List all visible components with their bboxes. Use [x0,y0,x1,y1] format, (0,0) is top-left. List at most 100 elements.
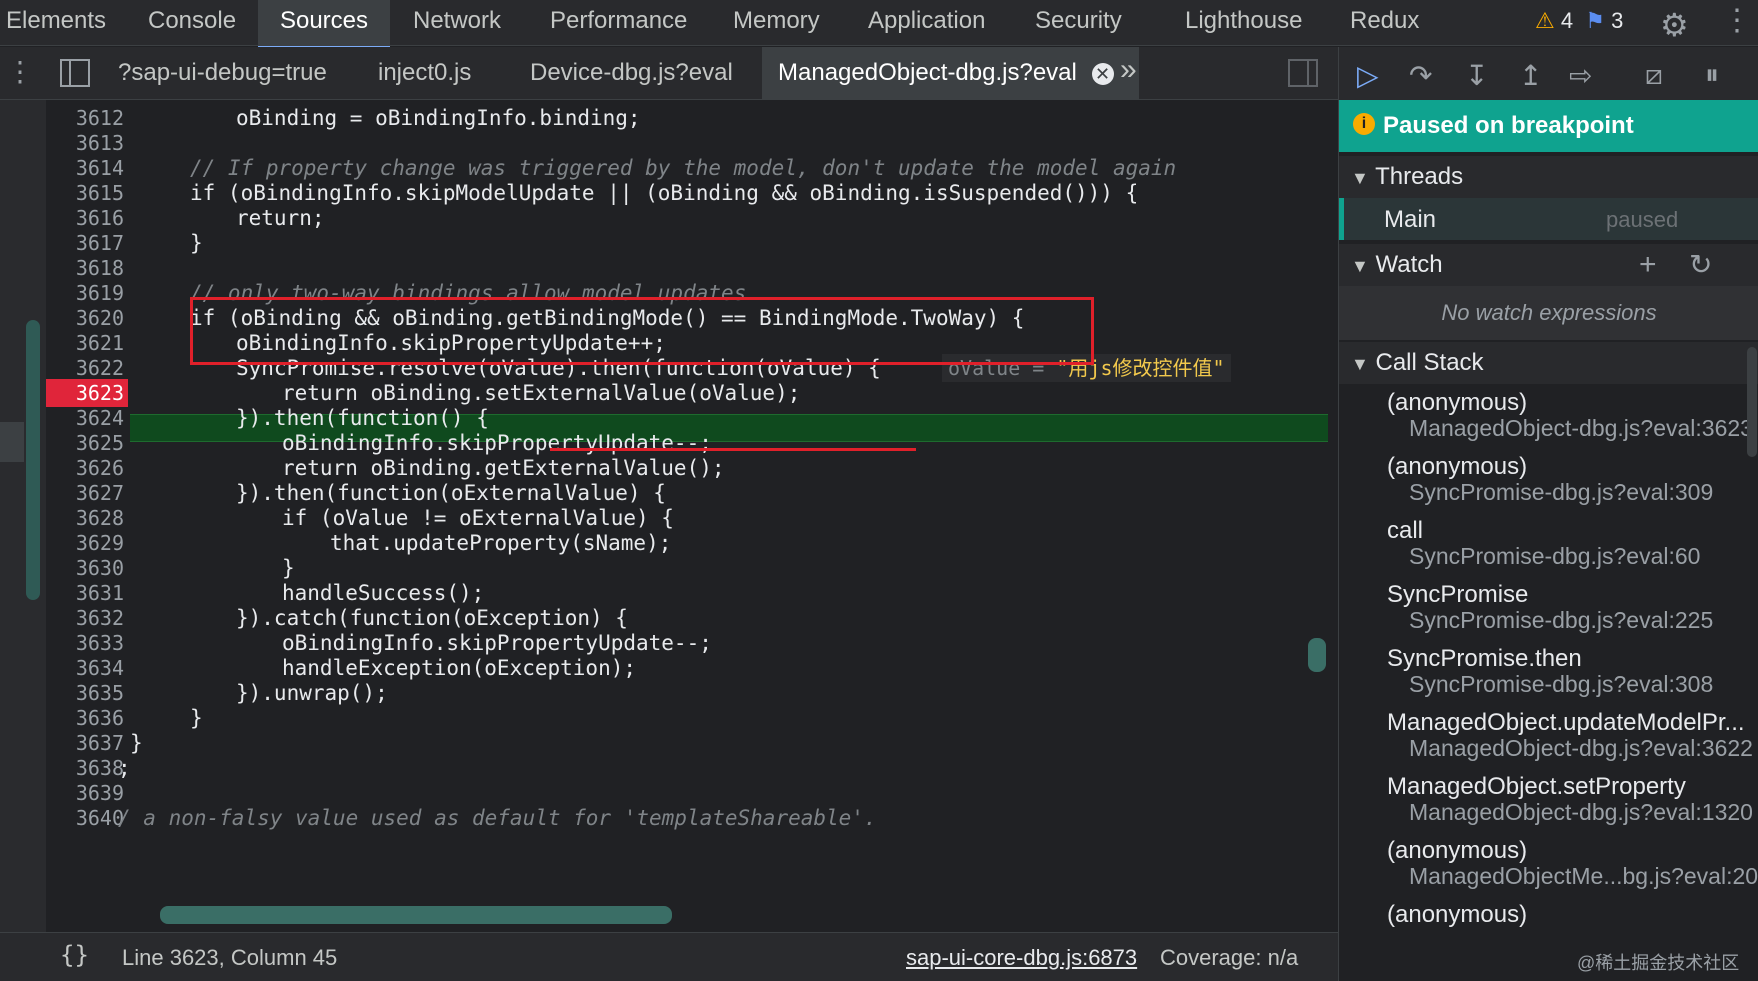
callstack-frame-function[interactable]: (anonymous) [1387,901,1527,929]
file-tab-label: ManagedObject-dbg.js?eval [778,59,1077,86]
tab-memory[interactable]: Memory [733,0,820,46]
message-icon: ⚑ [1585,8,1605,33]
callstack-frame-function[interactable]: (anonymous) [1387,389,1527,417]
line-number[interactable]: 3615 [46,179,124,207]
tab-redux[interactable]: Redux [1350,0,1419,46]
callstack-frame-function[interactable]: SyncPromise [1387,581,1528,609]
sidebar-scrollbar[interactable] [1747,347,1757,457]
callstack-frame-location[interactable]: SyncPromise-dbg.js?eval:60 [1409,543,1700,570]
line-number[interactable]: 3622 [46,354,124,382]
line-number[interactable]: 3624 [46,404,124,432]
tab-application[interactable]: Application [868,0,985,46]
callstack-frame-location[interactable]: ManagedObjectMe...bg.js?eval:20 [1409,863,1758,890]
line-number[interactable]: 3616 [46,204,124,232]
threads-section-header[interactable]: ▼ Threads [1339,156,1758,198]
cursor-position: Line 3623, Column 45 [122,945,338,970]
file-tab-device-dbg[interactable]: Device-dbg.js?eval [530,47,733,100]
file-tab-managedobject-dbg[interactable]: ManagedObject-dbg.js?eval ✕ [762,47,1139,103]
step-out-icon[interactable]: ↥ [1519,59,1542,92]
pretty-print-icon[interactable]: {} [60,941,89,969]
line-number[interactable]: 3627 [46,479,124,507]
line-number[interactable]: 3613 [46,129,124,157]
tab-performance[interactable]: Performance [550,0,687,46]
resume-icon[interactable]: ▷ [1357,59,1379,92]
file-tab-inject0[interactable]: inject0.js [378,47,471,100]
line-number[interactable]: 3618 [46,254,124,282]
line-number[interactable]: 3620 [46,304,124,332]
line-number[interactable]: 3629 [46,529,124,557]
info-icon: i [1353,113,1375,135]
callstack-frame-location[interactable]: ManagedObject-dbg.js?eval:1320 [1409,799,1753,826]
line-number[interactable]: 3631 [46,579,124,607]
warnings-badge[interactable]: ⚠ 4 ⚑ 3 [1535,8,1623,34]
pause-on-exceptions-icon[interactable]: ⏸ [1705,59,1719,92]
line-number[interactable]: 3633 [46,629,124,657]
tab-elements[interactable]: Elements [6,0,106,46]
editor-horizontal-scrollbar[interactable] [160,906,672,924]
editor-vertical-scrollbar[interactable] [1308,638,1326,672]
paused-message: Paused on breakpoint [1383,112,1634,139]
more-tabs-icon[interactable]: » [1120,53,1137,87]
line-number[interactable]: 3635 [46,679,124,707]
add-watch-icon[interactable]: + [1639,244,1657,286]
toggle-debugger-icon[interactable] [1288,59,1318,87]
line-number[interactable]: 3630 [46,554,124,582]
expand-triangle-icon: ▼ [1351,354,1369,374]
callstack-frame-function[interactable]: SyncPromise.then [1387,645,1582,673]
line-number[interactable]: 3638 [46,754,124,782]
callstack-frame-location[interactable]: ManagedObject-dbg.js?eval:3623 [1409,415,1753,442]
devtools-panel-tabs: Elements Console Sources Network Perform… [0,0,1758,49]
callstack-frame-location[interactable]: SyncPromise-dbg.js?eval:225 [1409,607,1713,634]
watch-section-header[interactable]: ▼ Watch + ↻ [1339,244,1758,286]
source-map-link[interactable]: sap-ui-core-dbg.js:6873 [906,945,1137,971]
tab-network[interactable]: Network [413,0,501,46]
line-number[interactable]: 3612 [46,104,124,132]
callstack-frame-location[interactable]: SyncPromise-dbg.js?eval:308 [1409,671,1713,698]
line-number[interactable]: 3623 [46,379,128,407]
expand-triangle-icon: ▼ [1351,256,1369,276]
line-number[interactable]: 3628 [46,504,124,532]
callstack-frame-function[interactable]: (anonymous) [1387,453,1527,481]
thread-row-main[interactable]: Main paused [1339,198,1758,240]
code-line: ; [118,756,131,780]
line-number[interactable]: 3614 [46,154,124,182]
line-number[interactable]: 3634 [46,654,124,682]
tab-console[interactable]: Console [148,0,236,46]
line-number[interactable]: 3619 [46,279,124,307]
toggle-navigator-icon[interactable] [60,59,90,87]
line-number[interactable]: 3621 [46,329,124,357]
close-tab-icon[interactable]: ✕ [1091,62,1114,85]
callstack-frame-location[interactable]: SyncPromise-dbg.js?eval:309 [1409,479,1713,506]
panel-divider [69,61,71,85]
callstack-frame-function[interactable]: ManagedObject.updateModelPr... [1387,709,1745,737]
line-number[interactable]: 3637 [46,729,124,757]
tab-security[interactable]: Security [1035,0,1122,46]
more-options-icon[interactable]: ⋮ [1722,4,1752,38]
line-number[interactable]: 3625 [46,429,124,457]
line-number[interactable]: 3640 [46,804,124,832]
code-editor[interactable]: 3612 oBinding = oBindingInfo.binding; 3613… [0,100,1338,932]
line-number[interactable]: 3617 [46,229,124,257]
navigator-menu-icon[interactable]: ⋮ [6,55,34,88]
line-number[interactable]: 3626 [46,454,124,482]
line-number[interactable]: 3639 [46,779,124,807]
callstack-frame-function[interactable]: call [1387,517,1423,545]
line-number[interactable]: 3636 [46,704,124,732]
callstack-frame-function[interactable]: (anonymous) [1387,837,1527,865]
step-over-icon[interactable]: ↷ [1409,59,1432,92]
callstack-section-header[interactable]: ▼ Call Stack [1339,342,1758,384]
callstack-frame-function[interactable]: ManagedObject.setProperty [1387,773,1686,801]
callstack-frame-location[interactable]: ManagedObject-dbg.js?eval:3622 [1409,735,1753,762]
step-icon[interactable]: ⇨ [1569,59,1592,92]
code-line: handleException(oException); [282,656,637,680]
deactivate-breakpoints-icon[interactable]: ⧄ [1645,59,1663,92]
watch-title: Watch [1375,251,1443,278]
tab-lighthouse[interactable]: Lighthouse [1185,0,1302,46]
step-into-icon[interactable]: ↧ [1465,59,1488,92]
file-tab-sap-ui-debug[interactable]: ?sap-ui-debug=true [118,47,327,100]
tab-sources[interactable]: Sources [258,0,390,49]
refresh-watch-icon[interactable]: ↻ [1689,244,1712,286]
line-number[interactable]: 3632 [46,604,124,632]
settings-gear-icon[interactable]: ⚙ [1660,6,1689,44]
thread-name: Main [1384,206,1437,233]
